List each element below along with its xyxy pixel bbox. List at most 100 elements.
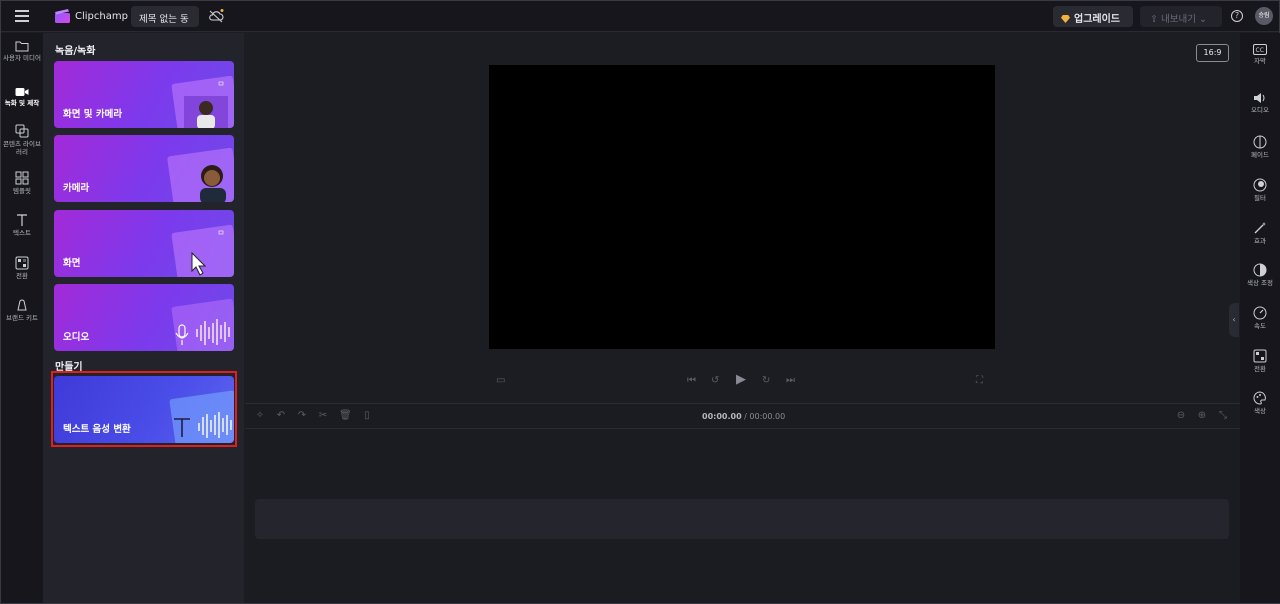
nav-label: 전환 (16, 272, 28, 280)
nav-label: 템플릿 (13, 187, 31, 195)
audio-button[interactable]: 오디오 (1240, 92, 1280, 114)
screen-and-camera-card[interactable]: 화면 및 카메라 (54, 61, 234, 128)
clipchamp-logo-icon (55, 9, 70, 23)
r-label: 효과 (1254, 237, 1266, 245)
cloud-off-icon[interactable] (208, 9, 224, 23)
rewind-5-icon[interactable]: ↺ (711, 375, 719, 386)
r-label: 페이드 (1251, 151, 1269, 159)
detach-audio-icon[interactable]: ▯ (361, 410, 373, 422)
property-panel: CC 자막 오디오 페이드 필터 효과 색상 조정 속도 전환 색상 (1240, 33, 1280, 603)
color-palette-button[interactable]: 색상 (1240, 391, 1280, 415)
nav-label: 녹화 및 제작 (4, 99, 40, 107)
fade-button[interactable]: 페이드 (1240, 135, 1280, 159)
project-title-input[interactable]: 제목 없는 동 (131, 6, 199, 27)
zoom-out-icon[interactable]: ⊖ (1175, 410, 1187, 422)
video-camera-icon (15, 88, 29, 96)
color-adjust-icon (1253, 263, 1267, 277)
skip-back-icon[interactable]: ⏮ (687, 375, 696, 386)
timeline-track[interactable] (255, 499, 1229, 539)
fade-icon (1253, 135, 1267, 149)
top-bar: Clipchamp 제목 없는 동 업그레이드 ⇧ 내보내기 ⌄ ? 승림 (1, 1, 1279, 32)
nav-item-transitions[interactable]: 전환 (1, 256, 43, 280)
content-library-icon (15, 124, 29, 138)
timeline: ✧ ↶ ↷ ✂ 🗑 ▯ 00:00.00 / 00:00.00 ⊖ ⊕ ⤡ (245, 403, 1240, 603)
r-label: 색상 조정 (1247, 279, 1273, 287)
text-icon (17, 214, 27, 226)
transitions-icon (15, 256, 29, 270)
redo-icon[interactable]: ↷ (296, 410, 308, 422)
transition-button[interactable]: 전환 (1240, 349, 1280, 373)
app-name: Clipchamp (75, 11, 128, 22)
delete-icon[interactable]: 🗑 (339, 410, 352, 422)
r-label: 필터 (1254, 194, 1266, 202)
nav-item-templates[interactable]: 템플릿 (1, 171, 43, 195)
audio-icon (1254, 93, 1265, 103)
speed-button[interactable]: 속도 (1240, 306, 1280, 330)
r-label: 오디오 (1251, 106, 1269, 114)
record-create-panel: 녹음/녹화 화면 및 카메라 카메라 화면 오디오 만들기 텍스트 음성 변환 (43, 33, 244, 603)
highlight-box (51, 371, 237, 447)
diamond-icon (1061, 15, 1070, 23)
camera-illustration (167, 147, 234, 202)
chevron-down-icon: ⌄ (1195, 14, 1207, 25)
card-label: 화면 (63, 258, 81, 269)
audio-card[interactable]: 오디오 (54, 284, 234, 351)
captions-toggle-icon[interactable]: ▭ (496, 375, 505, 386)
export-button[interactable]: ⇧ 내보내기 ⌄ (1140, 6, 1222, 27)
menu-icon[interactable] (15, 10, 29, 22)
nav-label: 콘텐츠 라이브러리 (3, 140, 41, 156)
play-icon[interactable]: ▶ (736, 372, 746, 387)
aspect-ratio-button[interactable]: 16:9 (1196, 44, 1229, 62)
upgrade-label: 업그레이드 (1074, 14, 1120, 25)
captions-icon: CC (1253, 44, 1267, 55)
card-label: 화면 및 카메라 (63, 109, 123, 120)
nav-item-text[interactable]: 텍스트 (1, 213, 43, 237)
screen-illustration (171, 224, 234, 277)
split-icon[interactable]: ✂ (317, 410, 329, 422)
color-adjust-button[interactable]: 색상 조정 (1240, 263, 1280, 287)
upgrade-button[interactable]: 업그레이드 (1053, 6, 1133, 27)
zoom-in-icon[interactable]: ⊕ (1196, 410, 1208, 422)
nav-item-your-media[interactable]: 사용자 미디어 (1, 40, 43, 62)
screen-card[interactable]: 화면 (54, 210, 234, 277)
speed-icon (1253, 306, 1267, 320)
forward-5-icon[interactable]: ↻ (762, 375, 770, 386)
nav-label: 텍스트 (13, 229, 31, 237)
templates-icon (15, 171, 29, 185)
total-time: 00:00.00 (749, 412, 786, 421)
record-section-title: 녹음/녹화 (55, 46, 96, 57)
camera-card[interactable]: 카메라 (54, 135, 234, 202)
effects-button[interactable]: 효과 (1240, 221, 1280, 245)
upload-icon: ⇧ (1150, 14, 1161, 25)
preview-stage: 16:9 ▭ ⏮ ↺ ▶ ↻ ⏭ ⛶ (245, 33, 1240, 403)
filters-button[interactable]: 필터 (1240, 178, 1280, 202)
video-preview-canvas[interactable] (489, 65, 995, 349)
color-palette-icon (1253, 391, 1266, 405)
r-label: 전환 (1254, 365, 1266, 373)
avatar[interactable]: 승림 (1255, 7, 1273, 25)
timecode: 00:00.00 / 00:00.00 (702, 412, 785, 421)
r-label: 색상 (1254, 407, 1266, 415)
captions-button[interactable]: CC 자막 (1240, 44, 1280, 65)
nav-item-record-create[interactable]: 녹화 및 제작 (1, 87, 43, 107)
screen-and-camera-illustration (171, 75, 234, 128)
brand-kit-icon (17, 299, 27, 311)
undo-icon[interactable]: ↶ (275, 410, 287, 422)
transition-icon (1253, 349, 1267, 363)
r-label: 속도 (1254, 322, 1266, 330)
skip-forward-icon[interactable]: ⏭ (786, 375, 795, 386)
fullscreen-icon[interactable]: ⛶ (976, 375, 983, 386)
help-icon[interactable]: ? (1231, 10, 1243, 22)
filters-icon (1253, 178, 1267, 192)
effects-icon (1254, 222, 1266, 234)
left-nav: 사용자 미디어 녹화 및 제작 콘텐츠 라이브러리 템플릿 텍스트 전환 브랜드… (1, 33, 43, 603)
timeline-toolbar: ✧ ↶ ↷ ✂ 🗑 ▯ 00:00.00 / 00:00.00 ⊖ ⊕ ⤡ (245, 404, 1240, 429)
nav-item-content-library[interactable]: 콘텐츠 라이브러리 (1, 124, 43, 156)
magic-icon[interactable]: ✧ (254, 410, 266, 422)
card-label: 카메라 (63, 183, 90, 194)
nav-item-brand-kit[interactable]: 브랜드 키트 (1, 298, 43, 322)
nav-label: 브랜드 키트 (6, 314, 38, 322)
fit-timeline-icon[interactable]: ⤡ (1217, 410, 1229, 422)
collapse-property-panel-button[interactable]: ‹ (1229, 303, 1239, 337)
svg-text:CC: CC (1256, 47, 1264, 54)
